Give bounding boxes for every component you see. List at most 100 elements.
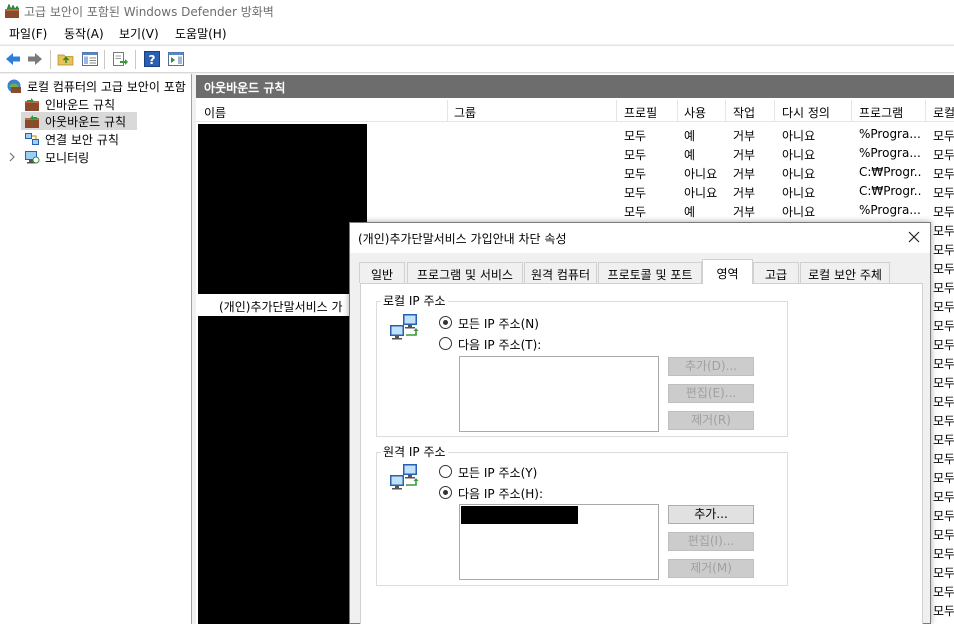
window-title: 고급 보안이 포함된 Windows Defender 방화벽 — [24, 5, 274, 19]
radio-label: 다음 IP 주소(H): — [458, 487, 543, 501]
back-arrow-icon[interactable] — [4, 50, 22, 68]
cell-program: %Progra... — [859, 127, 921, 141]
cell-profile: 모두 — [624, 167, 647, 181]
cell-local: 모두 — [933, 452, 954, 466]
local-ip-remove-button[interactable]: 제거(R) — [668, 411, 754, 430]
radio-checked-icon[interactable] — [439, 486, 452, 499]
action-pane-icon[interactable] — [167, 50, 185, 68]
column-header-enabled[interactable]: 사용 — [684, 104, 706, 121]
remote-ip-remove-button[interactable]: 제거(M) — [668, 559, 754, 578]
firewall-app-icon — [5, 3, 20, 18]
column-header-override[interactable]: 다시 정의 — [782, 104, 830, 121]
cell-program: C:₩Progr... — [859, 184, 921, 198]
tab-local-principals[interactable]: 로컬 보안 주체 — [800, 262, 890, 283]
column-separator — [774, 100, 775, 122]
remote-ip-edit-button[interactable]: 편집(I)... — [668, 532, 754, 551]
column-header-group[interactable]: 그룹 — [454, 104, 476, 121]
column-headers: 이름 그룹 프로필 사용 작업 다시 정의 프로그램 로컬 — [196, 100, 954, 122]
cell-action: 거부 — [733, 205, 756, 219]
radio-label: 다음 IP 주소(T): — [458, 338, 542, 352]
cell-local: 모두 — [933, 338, 954, 352]
local-ip-list[interactable] — [459, 356, 659, 432]
local-ip-edit-button[interactable]: 편집(E)... — [668, 384, 754, 403]
cell-action: 거부 — [733, 129, 756, 143]
forward-arrow-icon[interactable] — [26, 50, 44, 68]
cell-program: C:₩Progr... — [859, 165, 921, 179]
cell-override: 아니요 — [782, 167, 816, 181]
cell-local: 모두 — [933, 604, 954, 618]
column-header-program[interactable]: 프로그램 — [859, 104, 903, 121]
remote-ip-list[interactable] — [459, 504, 659, 580]
cell-local: 모두 — [933, 243, 954, 257]
menu-help[interactable]: 도움말(H) — [175, 25, 227, 42]
cell-local: 모두 — [933, 357, 954, 371]
cell-local: 모두 — [933, 300, 954, 314]
tab-scope[interactable]: 영역 — [702, 259, 753, 284]
column-separator — [725, 100, 726, 122]
column-separator — [851, 100, 852, 122]
toolbar-separator — [135, 50, 136, 69]
cell-enabled: 예 — [684, 205, 696, 219]
export-list-icon[interactable] — [111, 50, 129, 68]
column-header-profile[interactable]: 프로필 — [624, 104, 657, 121]
toolbar: ? — [0, 45, 954, 73]
radio-unchecked-icon[interactable] — [439, 337, 452, 350]
local-ip-add-button[interactable]: 추가(D)... — [668, 357, 754, 376]
tree-item-outbound-rules[interactable]: 아웃바운드 규칙 — [21, 112, 137, 130]
radio-checked-icon[interactable] — [439, 316, 452, 329]
console-tree: 로컬 컴퓨터의 고급 보안이 포함 인바운드 규칙 아웃바운드 규칙 연결 보안… — [0, 74, 192, 624]
tab-general[interactable]: 일반 — [359, 262, 405, 283]
column-separator — [925, 100, 926, 122]
column-separator — [447, 100, 448, 122]
cell-enabled: 아니요 — [684, 186, 718, 200]
tree-item-connection-security-rules[interactable]: 연결 보안 규칙 — [24, 130, 191, 148]
redacted-block — [198, 124, 367, 294]
close-icon[interactable] — [906, 229, 922, 245]
redacted-ip-entry[interactable] — [461, 506, 578, 524]
tab-programs-services[interactable]: 프로그램 및 서비스 — [407, 262, 523, 283]
column-header-name[interactable]: 이름 — [204, 104, 226, 121]
cell-local: 모두 — [933, 433, 954, 447]
cell-enabled: 예 — [684, 129, 696, 143]
tree-item-monitoring[interactable]: 모니터링 — [8, 148, 191, 166]
show-hide-console-tree-icon[interactable] — [81, 50, 99, 68]
dialog-titlebar: (개인)추가단말서비스 가입안내 차단 속성 — [350, 223, 930, 253]
cell-local: 모두 — [933, 129, 954, 143]
tab-label: 프로그램 및 서비스 — [417, 268, 513, 282]
chevron-right-icon[interactable] — [8, 152, 16, 162]
cell-local: 모두 — [933, 509, 954, 523]
menu-file[interactable]: 파일(F) — [9, 25, 47, 42]
cell-local: 모두 — [933, 224, 954, 238]
cell-local: 모두 — [933, 262, 954, 276]
folder-up-icon[interactable] — [57, 50, 75, 68]
column-header-local[interactable]: 로컬 — [933, 104, 954, 121]
local-ip-group-label: 로컬 IP 주소 — [381, 292, 448, 309]
tree-root[interactable]: 로컬 컴퓨터의 고급 보안이 포함 — [6, 77, 191, 95]
tab-label: 원격 컴퓨터 — [530, 268, 590, 282]
redacted-block — [198, 316, 350, 624]
table-row-selected[interactable]: (개인)추가단말서비스 가 — [196, 295, 356, 314]
column-separator — [616, 100, 617, 122]
menu-view[interactable]: 보기(V) — [119, 25, 159, 42]
column-header-action[interactable]: 작업 — [733, 104, 755, 121]
cell-override: 아니요 — [782, 148, 816, 162]
tab-protocols-ports[interactable]: 프로토콜 및 포트 — [598, 262, 702, 283]
menu-action[interactable]: 동작(A) — [64, 25, 104, 42]
cell-profile: 모두 — [624, 186, 647, 200]
cell-local: 모두 — [933, 395, 954, 409]
cell-local: 모두 — [933, 205, 954, 219]
tree-item-inbound-rules[interactable]: 인바운드 규칙 — [24, 95, 191, 113]
column-separator — [677, 100, 678, 122]
tab-advanced[interactable]: 고급 — [753, 262, 799, 283]
tab-remote-computers[interactable]: 원격 컴퓨터 — [524, 262, 597, 283]
svg-text:?: ? — [149, 53, 156, 67]
help-icon[interactable]: ? — [143, 50, 161, 68]
remote-ip-add-button[interactable]: 추가... — [668, 505, 754, 524]
cell-local: 모두 — [933, 471, 954, 485]
cell-local: 모두 — [933, 167, 954, 181]
firewall-shield-icon — [7, 79, 21, 93]
radio-unchecked-icon[interactable] — [439, 465, 452, 478]
cell-local: 모두 — [933, 547, 954, 561]
cell-action: 거부 — [733, 148, 756, 162]
cell-local: 모두 — [933, 319, 954, 333]
